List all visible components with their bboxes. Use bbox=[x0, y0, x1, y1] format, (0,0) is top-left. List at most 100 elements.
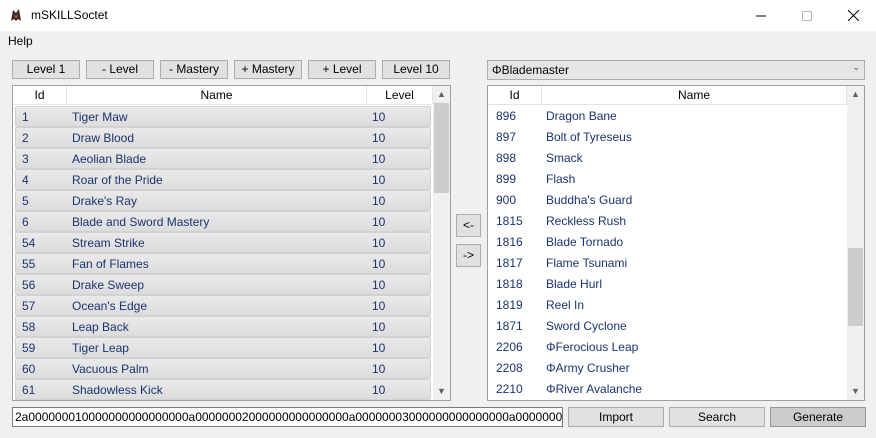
table-row[interactable]: 3 Aeolian Blade 10 bbox=[15, 148, 431, 169]
cell-id: 1 bbox=[22, 110, 29, 124]
cell-id: 1817 bbox=[496, 256, 523, 270]
menu-help[interactable]: Help bbox=[8, 34, 33, 48]
skill-table[interactable]: Id Name Level 1 Tiger Maw 10 2 Draw Blood 10 3… bbox=[12, 85, 451, 401]
cell-id: 3 bbox=[22, 152, 29, 166]
level-10-button[interactable]: Level 10 bbox=[382, 60, 450, 79]
table-row[interactable]: 2210 ΦRiver Avalanche bbox=[490, 379, 845, 400]
table-row[interactable]: 2 Draw Blood 10 bbox=[15, 127, 431, 148]
table-row[interactable]: 2206 ΦFerocious Leap bbox=[490, 337, 845, 358]
table-row[interactable]: 58 Leap Back 10 bbox=[15, 316, 431, 337]
scroll-down-icon[interactable]: ▼ bbox=[847, 383, 864, 400]
cell-name: Stream Strike bbox=[72, 236, 145, 250]
cell-id: 2208 bbox=[496, 361, 523, 375]
table-row[interactable]: 1871 Sword Cyclone bbox=[490, 316, 845, 337]
close-button[interactable] bbox=[830, 0, 876, 31]
table-row[interactable]: 61 Shadowless Kick 10 bbox=[15, 379, 431, 400]
skill-table-scrollbar[interactable]: ▲ ▼ bbox=[433, 86, 450, 400]
class-select-value: ΦBlademaster bbox=[492, 63, 569, 77]
table-row[interactable]: 1819 Reel In bbox=[490, 295, 845, 316]
table-row[interactable]: 1816 Blade Tornado bbox=[490, 232, 845, 253]
table-row[interactable]: 897 Bolt of Tyreseus bbox=[490, 127, 845, 148]
cell-id: 1818 bbox=[496, 277, 523, 291]
cell-name: Tiger Maw bbox=[72, 110, 128, 124]
skill-code-input[interactable]: 2a000000010000000000000000a0000000200000… bbox=[12, 407, 563, 427]
cell-name: Flash bbox=[546, 172, 576, 186]
cell-level: 10 bbox=[372, 215, 386, 229]
available-skill-table[interactable]: Id Name 896 Dragon Bane 897 Bolt of Tyreseu… bbox=[487, 85, 865, 401]
table-row[interactable]: 1815 Reckless Rush bbox=[490, 211, 845, 232]
move-left-button[interactable]: <- bbox=[456, 214, 481, 237]
cell-name: Smack bbox=[546, 151, 583, 165]
scroll-down-icon[interactable]: ▼ bbox=[433, 383, 450, 400]
cell-id: 2210 bbox=[496, 382, 523, 396]
cell-name: Drake's Ray bbox=[72, 194, 137, 208]
table-row[interactable]: 5 Drake's Ray 10 bbox=[15, 190, 431, 211]
cell-name: ΦRiver Avalanche bbox=[546, 382, 643, 396]
column-header-id[interactable]: Id bbox=[13, 86, 67, 105]
cell-name: Aeolian Blade bbox=[72, 152, 147, 166]
column-header-name[interactable]: Name bbox=[67, 86, 367, 105]
table-row[interactable]: 6 Blade and Sword Mastery 10 bbox=[15, 211, 431, 232]
cell-id: 1819 bbox=[496, 298, 523, 312]
cell-id: 54 bbox=[22, 236, 36, 250]
menu-bar: Help bbox=[0, 31, 876, 51]
cell-id: 2 bbox=[22, 131, 29, 145]
column-header-name[interactable]: Name bbox=[542, 86, 847, 105]
scroll-up-icon[interactable]: ▲ bbox=[433, 86, 450, 103]
minus-mastery-button[interactable]: - Mastery bbox=[160, 60, 228, 79]
cell-name: Vacuous Palm bbox=[72, 362, 149, 376]
cell-level: 10 bbox=[372, 131, 386, 145]
table-row[interactable]: 55 Fan of Flames 10 bbox=[15, 253, 431, 274]
column-header-id[interactable]: Id bbox=[488, 86, 542, 105]
skill-table-header: Id Name Level bbox=[13, 86, 433, 105]
class-select[interactable]: ΦBlademaster ⌄ bbox=[487, 60, 865, 80]
import-button[interactable]: Import bbox=[568, 407, 664, 427]
table-row[interactable]: 898 Smack bbox=[490, 148, 845, 169]
column-header-level[interactable]: Level bbox=[367, 86, 433, 105]
move-right-button[interactable]: -> bbox=[456, 244, 481, 267]
cell-name: Shadowless Kick bbox=[72, 383, 163, 397]
cell-id: 2206 bbox=[496, 340, 523, 354]
table-row[interactable]: 2208 ΦArmy Crusher bbox=[490, 358, 845, 379]
table-row[interactable]: 899 Flash bbox=[490, 169, 845, 190]
cell-name: Flame Tsunami bbox=[546, 256, 628, 270]
cell-id: 61 bbox=[22, 383, 36, 397]
cell-id: 897 bbox=[496, 130, 517, 144]
cell-name: Ocean's Edge bbox=[72, 299, 148, 313]
minimize-button[interactable] bbox=[738, 0, 784, 31]
cell-level: 10 bbox=[372, 236, 386, 250]
cell-level: 10 bbox=[372, 173, 386, 187]
plus-level-button[interactable]: + Level bbox=[308, 60, 376, 79]
table-row[interactable]: 57 Ocean's Edge 10 bbox=[15, 295, 431, 316]
cell-name: Tiger Leap bbox=[72, 341, 129, 355]
cell-id: 58 bbox=[22, 320, 36, 334]
cell-id: 1871 bbox=[496, 319, 523, 333]
table-row[interactable]: 4 Roar of the Pride 10 bbox=[15, 169, 431, 190]
table-row[interactable]: 896 Dragon Bane bbox=[490, 106, 845, 127]
minimize-icon bbox=[756, 15, 766, 16]
cell-id: 896 bbox=[496, 109, 517, 123]
cell-name: Reel In bbox=[546, 298, 585, 312]
scroll-up-icon[interactable]: ▲ bbox=[847, 86, 864, 103]
table-row[interactable]: 60 Vacuous Palm 10 bbox=[15, 358, 431, 379]
cell-level: 10 bbox=[372, 194, 386, 208]
cell-id: 4 bbox=[22, 173, 29, 187]
table-row[interactable]: 56 Drake Sweep 10 bbox=[15, 274, 431, 295]
table-row[interactable]: 59 Tiger Leap 10 bbox=[15, 337, 431, 358]
level-1-button[interactable]: Level 1 bbox=[12, 60, 80, 79]
cell-name: Dragon Bane bbox=[546, 109, 617, 123]
generate-button[interactable]: Generate bbox=[770, 407, 866, 427]
cell-name: Fan of Flames bbox=[72, 257, 149, 271]
minus-level-button[interactable]: - Level bbox=[86, 60, 154, 79]
scrollbar-thumb[interactable] bbox=[848, 248, 863, 326]
table-row[interactable]: 900 Buddha's Guard bbox=[490, 190, 845, 211]
plus-mastery-button[interactable]: + Mastery bbox=[234, 60, 302, 79]
maximize-button[interactable] bbox=[784, 0, 830, 31]
scrollbar-thumb[interactable] bbox=[434, 103, 449, 193]
table-row[interactable]: 1 Tiger Maw 10 bbox=[15, 106, 431, 127]
table-row[interactable]: 1818 Blade Hurl bbox=[490, 274, 845, 295]
table-row[interactable]: 1817 Flame Tsunami bbox=[490, 253, 845, 274]
search-button[interactable]: Search bbox=[669, 407, 765, 427]
table-row[interactable]: 54 Stream Strike 10 bbox=[15, 232, 431, 253]
available-skill-table-scrollbar[interactable]: ▲ ▼ bbox=[847, 86, 864, 400]
